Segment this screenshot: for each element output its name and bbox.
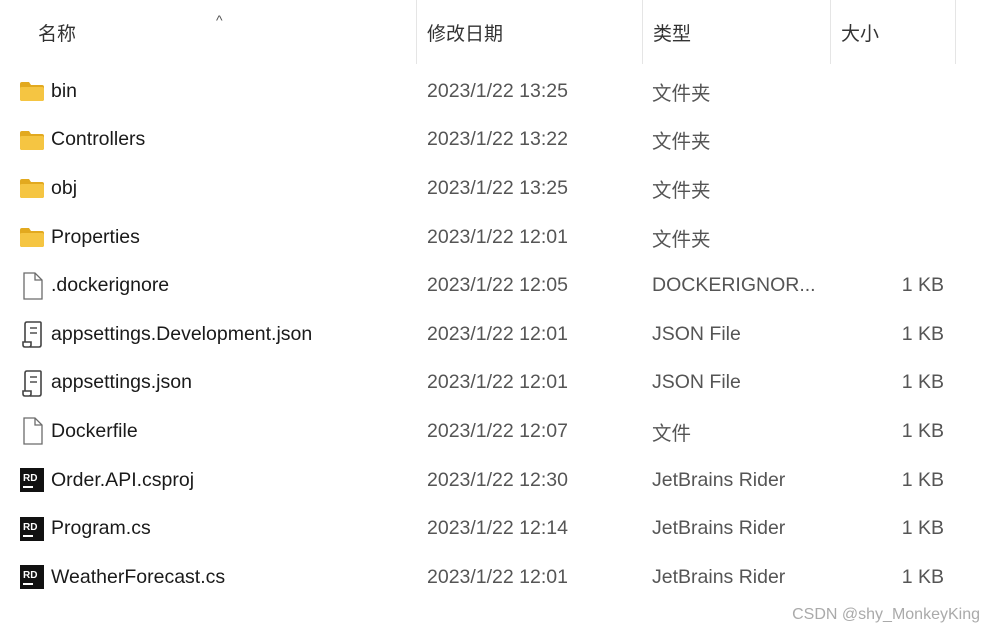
file-type: JetBrains Rider <box>652 468 786 491</box>
file-row[interactable]: RD WeatherForecast.cs 2023/1/22 12:01 JetBr… <box>0 553 994 602</box>
file-modified-date: 2023/1/22 13:25 <box>427 79 568 102</box>
svg-text:RD: RD <box>23 473 37 484</box>
file-row[interactable]: RD Order.API.csproj 2023/1/22 12:30 JetBrai… <box>0 456 994 505</box>
file-size: 1 KB <box>901 565 944 588</box>
folder-icon <box>18 67 46 116</box>
file-size: 1 KB <box>901 517 944 540</box>
file-modified-date: 2023/1/22 12:07 <box>427 419 568 442</box>
file-size <box>860 67 944 116</box>
file-size: 1 KB <box>901 468 944 491</box>
folder-icon <box>18 116 46 165</box>
file-row[interactable]: appsettings.json 2023/1/22 12:01 JSON File… <box>0 359 994 408</box>
file-modified-date: 2023/1/22 12:05 <box>427 274 568 297</box>
file-modified-date: 2023/1/22 12:01 <box>427 322 568 345</box>
rider-icon: RD <box>18 553 46 602</box>
file-name: appsettings.Development.json <box>51 322 313 345</box>
file-type: 文件夹 <box>652 228 711 251</box>
file-modified-date: 2023/1/22 13:22 <box>427 128 568 151</box>
column-header-date[interactable]: 修改日期 <box>416 0 642 64</box>
file-type: JSON File <box>652 371 741 394</box>
file-name: Order.API.csproj <box>51 468 195 491</box>
rider-icon: RD <box>18 456 46 505</box>
file-row[interactable]: appsettings.Development.json 2023/1/22 12… <box>0 310 994 359</box>
file-icon <box>18 261 46 310</box>
file-modified-date: 2023/1/22 12:01 <box>427 371 568 394</box>
file-type: 文件 <box>652 422 692 445</box>
folder-icon <box>18 164 46 213</box>
file-size <box>860 213 944 262</box>
file-icon <box>18 407 46 456</box>
column-header-bar: ^ 名称 修改日期 类型 大小 <box>0 0 994 64</box>
column-header-type[interactable]: 类型 <box>642 0 830 64</box>
svg-text:RD: RD <box>23 522 37 533</box>
file-size <box>860 164 944 213</box>
file-row[interactable]: bin 2023/1/22 13:25 文件夹 <box>0 67 994 116</box>
file-type: 文件夹 <box>652 179 711 202</box>
file-row[interactable]: Dockerfile 2023/1/22 12:07 文件 1 KB <box>0 407 994 456</box>
json-file-icon <box>18 359 46 408</box>
file-type: JetBrains Rider <box>652 565 786 588</box>
file-size <box>860 116 944 165</box>
file-modified-date: 2023/1/22 12:01 <box>427 565 568 588</box>
file-modified-date: 2023/1/22 12:14 <box>427 517 568 540</box>
file-name: Program.cs <box>51 517 151 540</box>
file-type: 文件夹 <box>652 131 711 154</box>
watermark: CSDN @shy_MonkeyKing <box>792 606 980 623</box>
file-type: 文件夹 <box>652 82 711 105</box>
file-name: Dockerfile <box>51 419 138 442</box>
file-name: .dockerignore <box>51 274 170 297</box>
file-row[interactable]: .dockerignore 2023/1/22 12:05 DOCKERIGNOR.… <box>0 261 994 310</box>
file-row[interactable]: Properties 2023/1/22 12:01 文件夹 <box>0 213 994 262</box>
file-row[interactable]: RD Program.cs 2023/1/22 12:14 JetBrains Rid… <box>0 504 994 553</box>
file-size: 1 KB <box>901 322 944 345</box>
folder-icon <box>18 213 46 262</box>
file-explorer: ^ 名称 修改日期 类型 大小 bin 2023/1/22 13:25 文件夹 Con… <box>0 0 994 632</box>
file-type: JetBrains Rider <box>652 517 786 540</box>
file-modified-date: 2023/1/22 12:30 <box>427 468 568 491</box>
rider-icon: RD <box>18 504 46 553</box>
json-file-icon <box>18 310 46 359</box>
file-size: 1 KB <box>901 371 944 394</box>
file-name: WeatherForecast.cs <box>51 565 226 588</box>
column-header-size[interactable]: 大小 <box>830 0 956 64</box>
file-row[interactable]: obj 2023/1/22 13:25 文件夹 <box>0 164 994 213</box>
file-name: bin <box>51 79 78 102</box>
file-name: Properties <box>51 225 140 248</box>
file-row[interactable]: Controllers 2023/1/22 13:22 文件夹 <box>0 116 994 165</box>
file-modified-date: 2023/1/22 12:01 <box>427 225 568 248</box>
svg-text:RD: RD <box>23 570 37 581</box>
file-name: obj <box>51 176 78 199</box>
file-modified-date: 2023/1/22 13:25 <box>427 176 568 199</box>
file-name: appsettings.json <box>51 371 192 394</box>
file-size: 1 KB <box>901 419 944 442</box>
file-list: bin 2023/1/22 13:25 文件夹 Controllers 2023/1/2… <box>0 67 994 602</box>
file-type: JSON File <box>652 322 741 345</box>
file-name: Controllers <box>51 128 146 151</box>
file-type: DOCKERIGNOR... <box>652 274 816 297</box>
file-size: 1 KB <box>901 274 944 297</box>
column-header-name[interactable]: 名称 <box>28 0 416 64</box>
